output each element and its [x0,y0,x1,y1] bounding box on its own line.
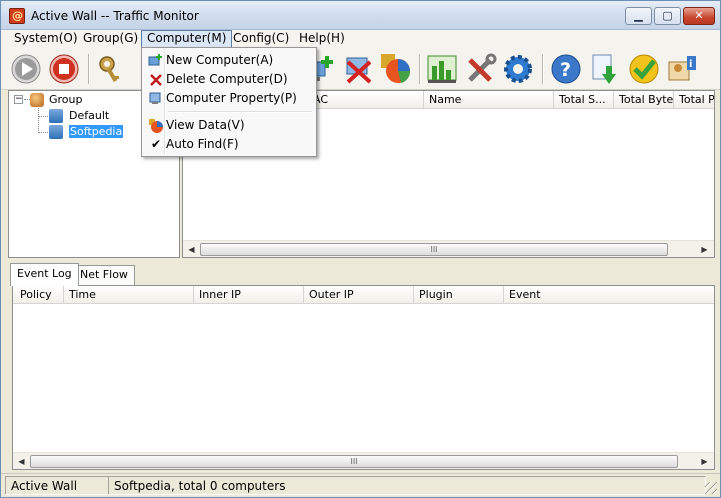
column-header-inner-ip[interactable]: Inner IP [194,286,304,303]
tree-item-default[interactable]: Default [49,108,109,124]
menu-item-label: Computer Property(P) [166,91,297,105]
help-button[interactable]: ? [549,52,583,86]
resize-grip[interactable] [705,482,717,494]
group-icon [30,93,44,107]
checkmark-icon [629,54,659,84]
tree-item-softpedia[interactable]: Softpedia [49,124,124,140]
tab-net-flow[interactable]: Net Flow [73,265,135,285]
column-header-event[interactable]: Event [504,286,714,303]
window-title: Active Wall -- Traffic Monitor [31,9,199,23]
menu-bar: System(O) Group(G) Computer(M) Config(C)… [1,30,720,48]
column-header-total-byte[interactable]: Total Byte [614,91,674,108]
accept-button[interactable] [627,52,661,86]
key-icon [99,56,119,83]
menu-item-new-computer[interactable]: New Computer(A) [144,51,314,70]
title-bar[interactable]: Active Wall -- Traffic Monitor ▁ ▢ ✕ [1,1,720,30]
column-header-policy[interactable]: Policy [13,286,64,303]
column-header-total-p[interactable]: Total P [674,91,714,108]
scroll-left-arrow[interactable]: ◀ [184,242,199,257]
scroll-left-arrow[interactable]: ◀ [14,454,29,469]
status-app-name: Active Wall [5,476,109,495]
bottom-tabs: Event Log Net Flow [8,263,718,286]
scroll-right-arrow[interactable]: ▶ [697,242,712,257]
play-icon [11,54,41,84]
menu-item-label: New Computer(A) [166,53,274,67]
column-header-name[interactable]: Name [424,91,554,108]
svg-text:?: ? [560,59,571,81]
tools-button[interactable] [464,52,498,86]
close-button[interactable]: ✕ [683,7,715,25]
check-icon: ✔ [150,137,162,151]
view-data-icon [149,119,163,133]
delete-computer-icon [346,57,372,84]
bar-chart-icon [427,55,457,83]
stop-icon [49,54,79,84]
delete-computer-icon [150,74,162,86]
key-button[interactable] [95,52,129,86]
new-computer-icon [148,54,162,66]
tree-item-label: Group [49,93,83,106]
delete-computer-button[interactable] [342,52,376,86]
person-info-icon: i [668,56,696,81]
play-button[interactable] [9,52,43,86]
download-button[interactable] [588,52,622,86]
gear-button[interactable] [501,52,535,86]
menu-help[interactable]: Help(H) [294,30,350,48]
menu-item-label: Auto Find(F) [166,137,239,151]
minimize-button[interactable]: ▁ [625,7,652,25]
menu-system[interactable]: System(O) [9,30,83,48]
toolbar-separator [419,54,421,84]
toolbar: ? i [1,48,720,90]
status-bar: Active Wall Softpedia, total 0 computers [1,473,720,497]
computer-list-hscroll[interactable]: ◀ III ▶ [183,240,714,257]
menu-item-label: Delete Computer(D) [166,72,288,86]
scroll-right-arrow[interactable]: ▶ [697,454,712,469]
computer-menu-dropdown: New Computer(A) Delete Computer(D) Compu… [141,47,317,157]
tree-item-label: Default [69,109,110,122]
app-window: Active Wall -- Traffic Monitor ▁ ▢ ✕ Sys… [0,0,721,498]
tab-event-log[interactable]: Event Log [10,263,79,286]
pie-chart-icon [381,54,411,83]
help-icon: ? [551,54,581,84]
column-header-outer-ip[interactable]: Outer IP [304,286,414,303]
menu-item-delete-computer[interactable]: Delete Computer(D) [144,70,314,89]
toolbar-separator [88,54,90,84]
menu-separator [168,111,312,113]
event-list-hscroll[interactable]: ◀ III ▶ [13,452,714,469]
menu-item-auto-find[interactable]: ✔ Auto Find(F) [144,135,314,154]
event-list-header: Policy Time Inner IP Outer IP Plugin Eve… [13,286,714,304]
menu-item-view-data[interactable]: View Data(V) [144,116,314,135]
gear-icon [504,55,532,83]
maximize-button[interactable]: ▢ [654,7,681,25]
menu-item-label: View Data(V) [166,118,245,132]
status-info: Softpedia, total 0 computers [108,476,706,495]
download-icon [592,54,616,84]
network-icon [49,109,63,123]
tree-item-group[interactable]: Group [30,92,83,108]
menu-group[interactable]: Group(G) [78,30,143,48]
person-info-button[interactable]: i [665,52,699,86]
app-logo-icon [9,8,25,24]
menu-config[interactable]: Config(C) [228,30,294,48]
column-header-plugin[interactable]: Plugin [414,286,504,303]
column-header-total-s[interactable]: Total S... [554,91,614,108]
tree-item-label: Softpedia [69,125,124,138]
scroll-thumb[interactable]: III [30,455,678,468]
network-icon [49,125,63,139]
menu-item-computer-property[interactable]: Computer Property(P) [144,89,314,108]
svg-text:i: i [689,59,692,70]
scroll-thumb[interactable]: III [200,243,668,256]
tree-expander[interactable]: − [14,95,23,104]
menu-computer[interactable]: Computer(M) [141,30,233,48]
column-header-time[interactable]: Time [64,286,194,303]
event-log-list[interactable]: Policy Time Inner IP Outer IP Plugin Eve… [12,285,715,470]
bar-chart-button[interactable] [425,52,459,86]
stop-button[interactable] [47,52,81,86]
computer-property-icon [149,92,161,104]
pie-chart-button[interactable] [379,52,413,86]
tools-icon [468,53,497,82]
toolbar-separator [542,54,544,84]
